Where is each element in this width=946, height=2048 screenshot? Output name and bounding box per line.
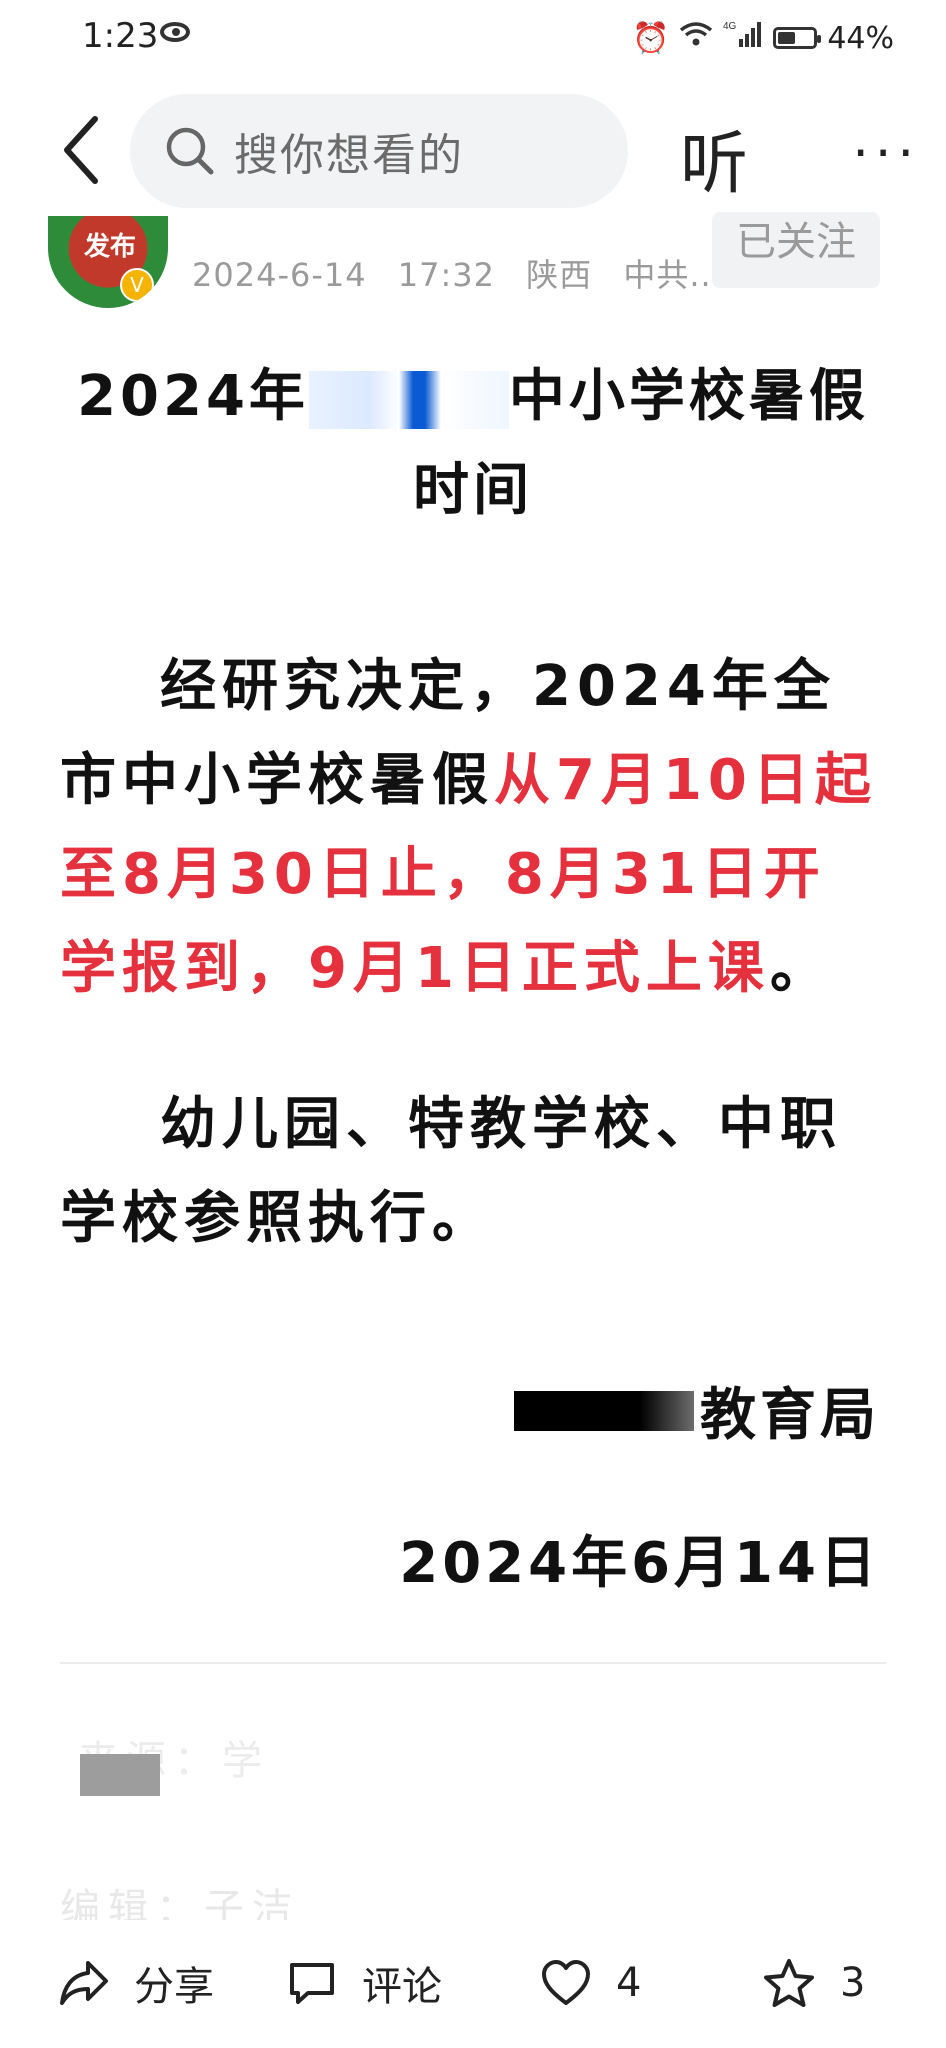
title-part-1: 2024年 [77, 364, 309, 429]
eye-icon [160, 22, 190, 42]
share-button[interactable]: 分享 [58, 1958, 214, 2010]
issuer-signature: 教育局 [514, 1370, 880, 1451]
verified-badge: V [120, 268, 154, 302]
like-button[interactable]: 4 [540, 1958, 641, 2008]
post-location: 陕西 [526, 256, 593, 294]
share-label: 分享 [134, 1964, 214, 2010]
heart-icon [542, 1960, 590, 2005]
share-icon [60, 1961, 108, 2005]
status-bar: 1:23 ⏰ 4G 44% [0, 0, 946, 80]
article-title: 2024年 中小学校暑假 时间 [60, 350, 886, 538]
wifi-icon [679, 20, 713, 56]
post-time: 17:32 [397, 256, 495, 294]
search-bar[interactable]: 搜你想看的 [130, 94, 628, 208]
signal-icon: 4G [723, 19, 763, 57]
avatar-text: 发布 [84, 232, 137, 262]
top-header: 搜你想看的 听 ··· [0, 88, 946, 214]
battery-icon [773, 27, 822, 49]
star-icon [764, 1959, 814, 2007]
author-row: 发布 V 2024-6-14 17:32 陕西 中共... 已关注 [0, 212, 946, 314]
avatar[interactable]: 发布 V [48, 216, 168, 308]
follow-button[interactable]: 已关注 [712, 212, 880, 288]
post-meta: 2024-6-14 17:32 陕西 中共... [192, 250, 743, 296]
redacted-issuer [514, 1390, 694, 1431]
favorite-count: 3 [840, 1960, 866, 2006]
title-part-2: 中小学校暑假 [508, 364, 869, 429]
battery-percent: 44% [827, 20, 894, 56]
favorite-button[interactable]: 3 [762, 1958, 865, 2008]
comment-icon [290, 1963, 334, 2004]
comment-button[interactable]: 评论 [286, 1958, 442, 2010]
like-count: 4 [616, 1960, 642, 2006]
article-paragraph-2: 幼儿园、特教学校、中职学校参照执行。 [60, 1078, 886, 1266]
para2-text: 幼儿园、特教学校、中职学校参照执行。 [60, 1092, 842, 1251]
divider [60, 1662, 886, 1664]
post-date: 2024-6-14 [192, 256, 367, 294]
post-source[interactable]: 中共... [623, 256, 723, 294]
listen-button[interactable]: 听 [680, 108, 748, 207]
comment-label: 评论 [362, 1964, 442, 2010]
status-time: 1:23 [82, 16, 159, 56]
bottom-action-bar: 分享 评论 4 3 [0, 1920, 946, 2048]
redacted-region [308, 370, 509, 429]
redacted-box [80, 1754, 160, 1796]
search-placeholder: 搜你想看的 [234, 130, 464, 181]
article-paragraph-1: 经研究决定，2024年全市中小学校暑假从7月10日起至8月30日止，8月31日开… [60, 640, 886, 1016]
status-icons: ⏰ 4G 44% [632, 18, 894, 58]
issue-date: 2024年6月14日 [399, 1531, 880, 1596]
search-icon [166, 127, 214, 175]
issuer-suffix: 教育局 [700, 1383, 880, 1448]
back-button[interactable] [46, 110, 116, 190]
chevron-left-icon [64, 116, 98, 184]
network-type-label: 4G [723, 21, 737, 32]
title-line-2: 时间 [413, 458, 533, 523]
more-options-button[interactable]: ··· [852, 124, 920, 184]
alarm-icon: ⏰ [631, 20, 670, 56]
para1-end: 。 [769, 936, 832, 1001]
